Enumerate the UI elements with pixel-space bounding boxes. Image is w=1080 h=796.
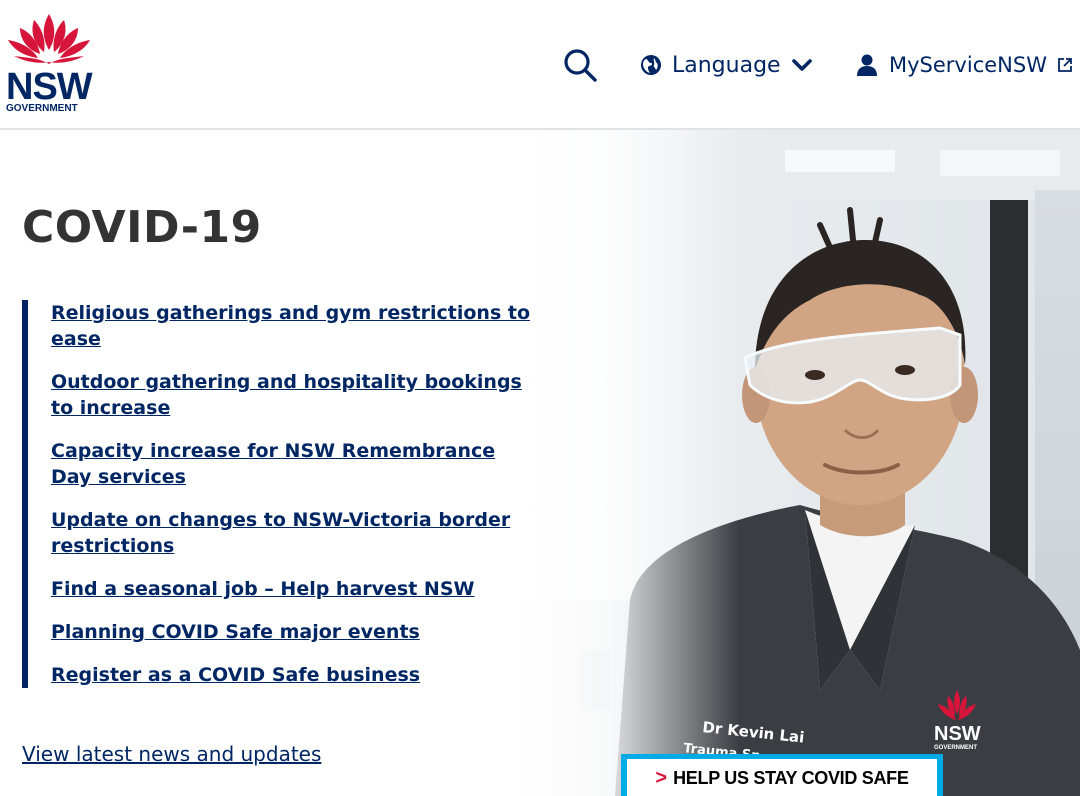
search-button[interactable] xyxy=(560,45,600,85)
site-header: NSW GOVERNMENT Language MyServiceNSW xyxy=(0,0,1080,130)
waratah-icon xyxy=(8,14,90,64)
chevron-down-icon xyxy=(791,59,812,71)
external-link-icon xyxy=(1058,58,1072,72)
user-icon xyxy=(857,54,877,76)
shirt-logo-wordmark: NSW xyxy=(934,723,981,745)
logo-subtitle: GOVERNMENT xyxy=(6,103,78,114)
nsw-government-logo[interactable]: NSW GOVERNMENT xyxy=(2,12,94,116)
list-item: Religious gatherings and gym restriction… xyxy=(51,300,542,352)
logo-wordmark: NSW xyxy=(6,66,93,108)
news-link[interactable]: Update on changes to NSW-Victoria border… xyxy=(51,509,510,557)
news-link[interactable]: Register as a COVID Safe business xyxy=(51,664,420,686)
myservicensw-label: MyServiceNSW xyxy=(889,53,1047,77)
myservicensw-link[interactable]: MyServiceNSW xyxy=(855,48,1073,82)
hero-photo-fade xyxy=(520,130,740,796)
search-icon xyxy=(564,49,597,82)
view-latest-news-link[interactable]: View latest news and updates xyxy=(22,742,321,766)
news-link[interactable]: Religious gatherings and gym restriction… xyxy=(51,302,530,350)
globe-icon xyxy=(641,55,661,75)
covid-news-list: Religious gatherings and gym restriction… xyxy=(22,300,542,688)
news-link[interactable]: Find a seasonal job – Help harvest NSW xyxy=(51,578,474,600)
list-item: Planning COVID Safe major events xyxy=(51,619,542,645)
covid-hero: Dr Kevin Lai Trauma Sp NSW GOVERNMENT CO… xyxy=(0,130,1080,796)
covid-safe-banner[interactable]: > HELP US STAY COVID SAFE xyxy=(621,754,943,796)
news-link[interactable]: Capacity increase for NSW Remembrance Da… xyxy=(51,440,495,488)
shirt-logo-subtitle: GOVERNMENT xyxy=(934,745,977,751)
language-selector[interactable]: Language xyxy=(640,48,813,82)
list-item: Outdoor gathering and hospitality bookin… xyxy=(51,369,542,421)
list-item: Find a seasonal job – Help harvest NSW xyxy=(51,576,542,602)
list-item: Capacity increase for NSW Remembrance Da… xyxy=(51,438,542,490)
page-title: COVID-19 xyxy=(22,202,262,253)
banner-text: HELP US STAY COVID SAFE xyxy=(673,767,909,788)
chevron-right-icon: > xyxy=(655,766,668,789)
list-item: Update on changes to NSW-Victoria border… xyxy=(51,507,542,559)
language-label: Language xyxy=(672,52,781,78)
news-link[interactable]: Planning COVID Safe major events xyxy=(51,621,420,643)
banner-inner: > HELP US STAY COVID SAFE xyxy=(627,759,937,796)
list-item: Register as a COVID Safe business xyxy=(51,662,542,688)
news-link[interactable]: Outdoor gathering and hospitality bookin… xyxy=(51,371,522,419)
